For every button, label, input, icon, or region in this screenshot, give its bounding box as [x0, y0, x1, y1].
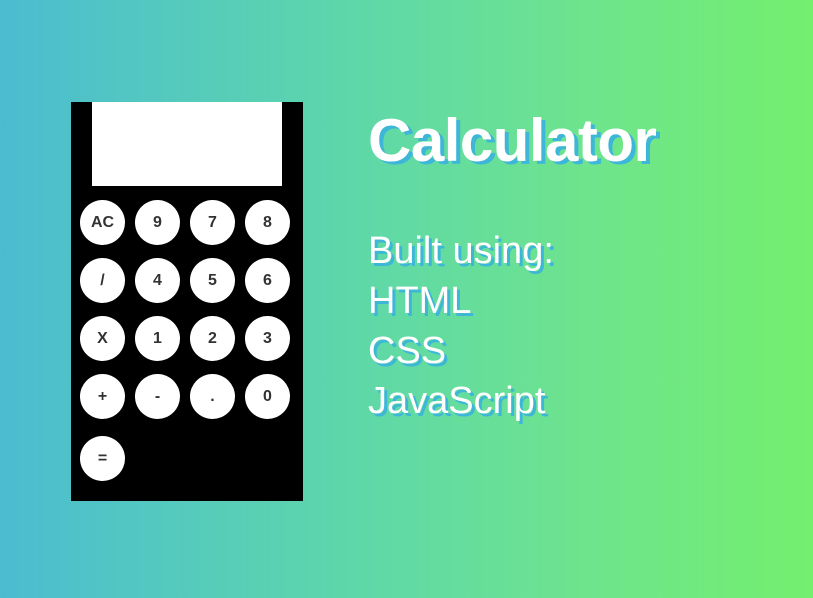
- eight-button[interactable]: 8: [245, 200, 290, 245]
- technology-css: CSS: [368, 330, 447, 372]
- four-button[interactable]: 4: [135, 258, 180, 303]
- divide-button[interactable]: /: [80, 258, 125, 303]
- decimal-button[interactable]: .: [190, 374, 235, 419]
- info-panel: Calculator Built using: HTML CSS JavaScr…: [368, 107, 657, 426]
- seven-button[interactable]: 7: [190, 200, 235, 245]
- built-using-list: Built using: HTML CSS JavaScript: [368, 226, 656, 426]
- built-using-heading: Built using:: [368, 230, 554, 272]
- zero-button[interactable]: 0: [245, 374, 290, 419]
- six-button[interactable]: 6: [245, 258, 290, 303]
- ac-button[interactable]: AC: [80, 200, 125, 245]
- calculator: AC 9 7 8 / 4 5 6 X 1 2 3 + - . 0 =: [71, 102, 303, 501]
- one-button[interactable]: 1: [135, 316, 180, 361]
- technology-html: HTML: [368, 280, 472, 322]
- two-button[interactable]: 2: [190, 316, 235, 361]
- page-title: Calculator: [368, 107, 657, 174]
- five-button[interactable]: 5: [190, 258, 235, 303]
- minus-button[interactable]: -: [135, 374, 180, 419]
- multiply-button[interactable]: X: [80, 316, 125, 361]
- equals-button[interactable]: =: [80, 436, 125, 481]
- plus-button[interactable]: +: [80, 374, 125, 419]
- three-button[interactable]: 3: [245, 316, 290, 361]
- calculator-display: [92, 102, 282, 186]
- nine-button[interactable]: 9: [135, 200, 180, 245]
- technology-javascript: JavaScript: [368, 380, 546, 422]
